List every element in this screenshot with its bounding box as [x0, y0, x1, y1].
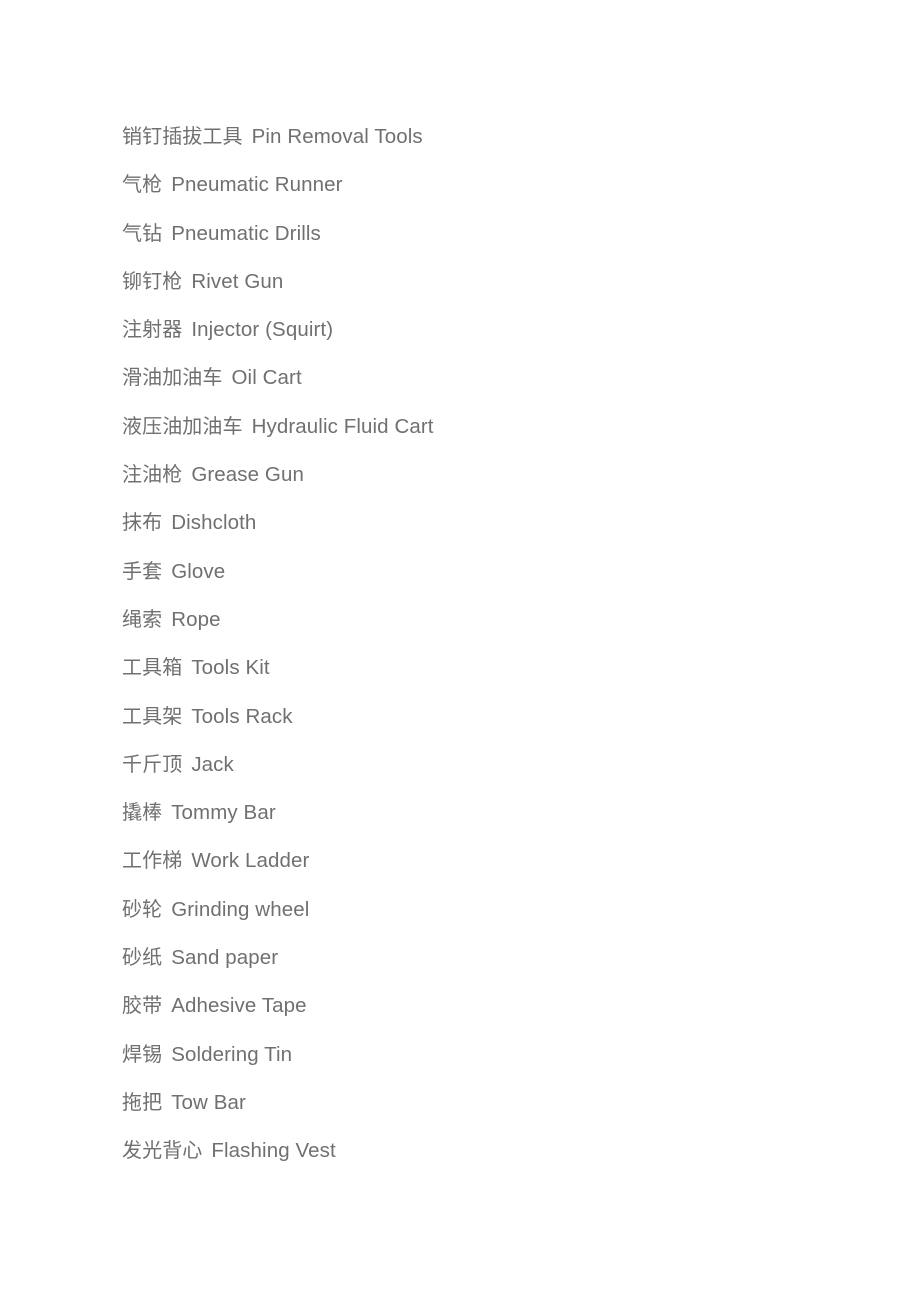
- glossary-entry: 砂纸 Sand paper: [122, 933, 860, 981]
- term-english: Injector (Squirt): [191, 318, 334, 342]
- term-chinese: 滑油加油车: [122, 365, 223, 390]
- glossary-entry: 千斤顶 Jack: [122, 740, 860, 788]
- term-chinese: 砂纸: [122, 945, 163, 970]
- term-english: Dishcloth: [171, 511, 257, 535]
- glossary-entry: 砂轮 Grinding wheel: [122, 885, 860, 933]
- term-english: Sand paper: [171, 946, 279, 970]
- term-chinese: 胶带: [122, 993, 163, 1018]
- term-english: Rivet Gun: [191, 269, 284, 293]
- document-page: 销钉插拔工具 Pin Removal Tools 气枪 Pneumatic Runne…: [0, 0, 920, 1302]
- term-chinese: 液压油加油车: [122, 413, 243, 438]
- term-english: Adhesive Tape: [171, 994, 307, 1018]
- glossary-entry: 发光背心 Flashing Vest: [122, 1126, 860, 1174]
- glossary-entry: 拖把 Tow Bar: [122, 1078, 860, 1126]
- term-chinese: 绳索: [122, 606, 163, 631]
- glossary-entry: 工具箱 Tools Kit: [122, 643, 860, 691]
- term-english: Hydraulic Fluid Cart: [251, 414, 434, 438]
- term-chinese: 销钉插拔工具: [122, 124, 243, 148]
- term-english: Jack: [191, 752, 234, 776]
- term-english: Grease Gun: [191, 463, 304, 487]
- term-english: Flashing Vest: [211, 1139, 336, 1163]
- term-english: Tools Kit: [191, 656, 270, 680]
- term-english: Tow Bar: [171, 1090, 246, 1114]
- term-chinese: 拖把: [122, 1089, 163, 1114]
- term-chinese: 手套: [122, 558, 163, 583]
- glossary-entry: 焊锡 Soldering Tin: [122, 1030, 860, 1078]
- glossary-entry: 胶带 Adhesive Tape: [122, 981, 860, 1029]
- term-english: Grinding wheel: [171, 897, 310, 921]
- glossary-entry: 气钻 Pneumatic Drills: [122, 209, 860, 257]
- term-chinese: 工具箱: [122, 655, 183, 680]
- term-chinese: 砂轮: [122, 896, 163, 921]
- term-chinese: 气钻: [122, 220, 163, 245]
- term-chinese: 撬棒: [122, 800, 163, 825]
- term-chinese: 注油枪: [122, 462, 183, 487]
- glossary-entry: 工作梯 Work Ladder: [122, 836, 860, 884]
- glossary-entry: 销钉插拔工具 Pin Removal Tools: [122, 112, 860, 160]
- glossary-entry: 绳索 Rope: [122, 595, 860, 643]
- term-english: Soldering Tin: [171, 1042, 293, 1066]
- term-chinese: 工作梯: [122, 848, 183, 873]
- term-english: Rope: [171, 607, 221, 631]
- term-english: Oil Cart: [231, 366, 302, 390]
- glossary-entry: 手套 Glove: [122, 547, 860, 595]
- term-english: Tommy Bar: [171, 801, 276, 825]
- glossary-entry: 铆钉枪 Rivet Gun: [122, 257, 860, 305]
- term-english: Pneumatic Drills: [171, 221, 321, 245]
- term-chinese: 千斤顶: [122, 751, 183, 776]
- glossary-entry: 注射器 Injector (Squirt): [122, 305, 860, 353]
- glossary-entry: 液压油加油车 Hydraulic Fluid Cart: [122, 402, 860, 450]
- term-english: Glove: [171, 559, 226, 583]
- glossary-list: 销钉插拔工具 Pin Removal Tools 气枪 Pneumatic Runne…: [122, 112, 860, 1175]
- term-english: Pneumatic Runner: [171, 173, 343, 197]
- glossary-entry: 工具架 Tools Rack: [122, 692, 860, 740]
- glossary-entry: 撬棒 Tommy Bar: [122, 788, 860, 836]
- term-english: Tools Rack: [191, 704, 293, 728]
- term-chinese: 注射器: [122, 317, 183, 342]
- glossary-entry: 气枪 Pneumatic Runner: [122, 160, 860, 208]
- glossary-entry: 抹布 Dishcloth: [122, 498, 860, 546]
- term-english: Pin Removal Tools: [251, 125, 423, 148]
- term-chinese: 发光背心: [122, 1138, 203, 1163]
- glossary-entry: 注油枪 Grease Gun: [122, 450, 860, 498]
- term-english: Work Ladder: [191, 849, 310, 873]
- term-chinese: 焊锡: [122, 1041, 163, 1066]
- term-chinese: 抹布: [122, 510, 163, 535]
- term-chinese: 气枪: [122, 172, 163, 197]
- term-chinese: 工具架: [122, 703, 183, 728]
- term-chinese: 铆钉枪: [122, 268, 183, 293]
- glossary-entry: 滑油加油车 Oil Cart: [122, 353, 860, 401]
